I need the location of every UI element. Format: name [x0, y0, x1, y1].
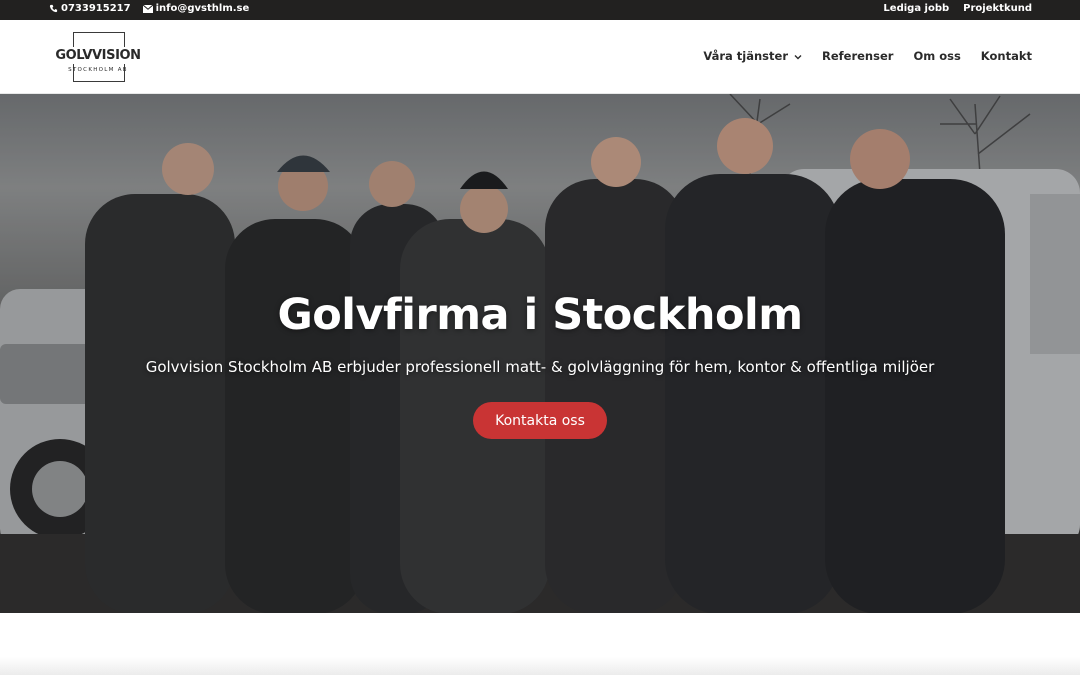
phone-icon — [49, 4, 58, 13]
hero-title: Golvfirma i Stockholm — [277, 290, 803, 340]
next-section — [0, 613, 1080, 675]
chevron-down-icon — [794, 49, 802, 63]
nav-item-about[interactable]: Om oss — [913, 49, 960, 63]
logo[interactable]: GOLVVISION STOCKHOLM AB — [55, 30, 141, 84]
main-nav: Våra tjänster Referenser Om oss Kontakt — [703, 49, 1032, 63]
contact-info: 0733915217 info@gvsthlm.se — [49, 3, 249, 14]
nav-item-contact[interactable]: Kontakt — [981, 49, 1032, 63]
email-link[interactable]: info@gvsthlm.se — [142, 3, 250, 14]
top-bar: 0733915217 info@gvsthlm.se Lediga jobb P… — [0, 0, 1080, 20]
logo-subtitle: STOCKHOLM AB — [68, 67, 128, 73]
nav-label-references: Referenser — [822, 49, 894, 63]
nav-item-services[interactable]: Våra tjänster — [703, 49, 802, 63]
email-address: info@gvsthlm.se — [155, 3, 250, 14]
top-link-project-customer[interactable]: Projektkund — [963, 3, 1032, 14]
hero-overlay — [0, 94, 1080, 613]
nav-label-contact: Kontakt — [980, 49, 1032, 63]
hero-section: Golvfirma i Stockholm Golvvision Stockho… — [0, 94, 1080, 613]
phone-number: 0733915217 — [61, 3, 131, 14]
top-link-jobs[interactable]: Lediga jobb — [883, 3, 949, 14]
site-header: GOLVVISION STOCKHOLM AB Våra tjänster Re… — [0, 20, 1080, 94]
nav-item-references[interactable]: Referenser — [822, 49, 893, 63]
phone-link[interactable]: 0733915217 — [49, 3, 131, 14]
logo-name: GOLVVISION — [55, 47, 141, 64]
hero-lead: Golvvision Stockholm AB erbjuder profess… — [145, 358, 935, 376]
top-links: Lediga jobb Projektkund — [883, 3, 1032, 14]
contact-us-button[interactable]: Kontakta oss — [473, 402, 607, 439]
nav-label-services: Våra tjänster — [703, 49, 788, 63]
nav-label-about: Om oss — [913, 49, 961, 63]
envelope-icon — [142, 4, 153, 13]
